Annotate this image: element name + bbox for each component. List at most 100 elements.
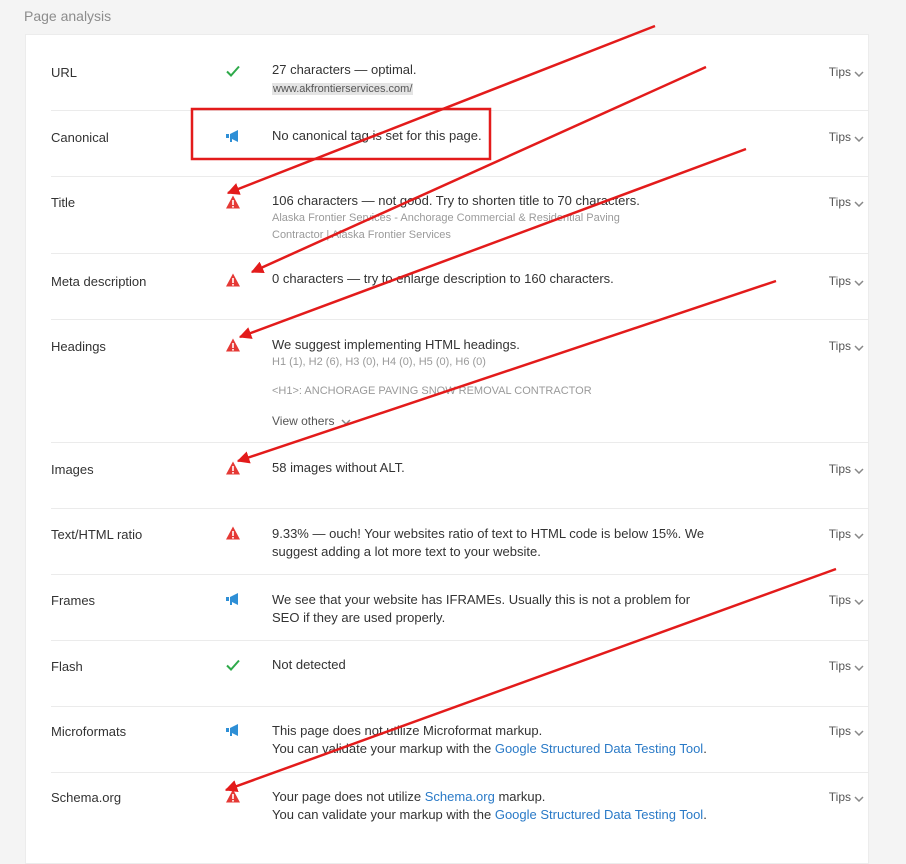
row-label: Meta description: [51, 274, 147, 289]
tips-label: Tips: [828, 593, 851, 607]
validate-text: You can validate your markup with the: [272, 741, 495, 756]
status-text-line-2: You can validate your markup with the Go…: [272, 740, 722, 758]
period: .: [703, 807, 707, 822]
tips-button[interactable]: Tips: [829, 593, 864, 608]
row-label: Title: [51, 195, 76, 210]
chevron-down-icon: [854, 340, 864, 354]
row-images: Images 58 images without ALT. Tips: [51, 442, 869, 509]
megaphone-icon: [225, 591, 241, 607]
row-label: Images: [51, 462, 94, 477]
tips-button[interactable]: Tips: [829, 659, 864, 674]
chevron-down-icon: [854, 196, 864, 210]
warning-icon: [225, 272, 241, 288]
chevron-down-icon: [854, 275, 864, 289]
status-text: Not detected: [272, 657, 346, 672]
tips-button[interactable]: Tips: [829, 195, 864, 210]
page-analysis-card: URL 27 characters — optimal. www.akfront…: [25, 34, 869, 864]
status-text: 58 images without ALT.: [272, 460, 405, 475]
tips-label: Tips: [828, 659, 851, 673]
status-text-line-2: SEO if they are used properly.: [272, 610, 446, 625]
row-canonical: Canonical No canonical tag is set for th…: [51, 110, 869, 177]
tips-button[interactable]: Tips: [829, 724, 864, 739]
row-label: URL: [51, 65, 78, 80]
chevron-down-icon: [854, 725, 864, 739]
status-text-line-1: We see that your website has IFRAMEs. Us…: [272, 592, 691, 607]
row-label: Text/HTML ratio: [51, 527, 143, 542]
tips-button[interactable]: Tips: [829, 274, 864, 289]
period: .: [703, 741, 707, 756]
tips-label: Tips: [828, 527, 851, 541]
schema-text-end: markup.: [494, 789, 546, 804]
validate-text: You can validate your markup with the: [272, 807, 495, 822]
tips-label: Tips: [828, 462, 851, 476]
status-text: We suggest implementing HTML headings.: [272, 337, 520, 352]
tips-label: Tips: [828, 130, 851, 144]
tips-button[interactable]: Tips: [829, 130, 864, 145]
tips-button[interactable]: Tips: [829, 527, 864, 542]
view-others-label: View others: [272, 414, 335, 428]
status-text: 106 characters — not good. Try to shorte…: [272, 193, 640, 208]
row-flash: Flash Not detected Tips: [51, 640, 869, 707]
row-label: Frames: [51, 593, 96, 608]
warning-icon: [225, 194, 241, 210]
page-url: www.akfrontierservices.com/: [272, 83, 414, 95]
status-text-line-1: 9.33% — ouch! Your websites ratio of tex…: [272, 526, 705, 541]
row-label: Canonical: [51, 130, 109, 145]
row-label: Schema.org: [51, 790, 122, 805]
tips-button[interactable]: Tips: [829, 462, 864, 477]
row-microformats: Microformats This page does not utilize …: [51, 706, 869, 773]
tips-label: Tips: [828, 724, 851, 738]
chevron-down-icon: [854, 528, 864, 542]
schema-text: Your page does not utilize: [272, 789, 425, 804]
tips-label: Tips: [828, 274, 851, 288]
status-text-line-1: This page does not utilize Microformat m…: [272, 723, 543, 738]
tips-label: Tips: [828, 65, 851, 79]
tips-label: Tips: [828, 339, 851, 353]
row-url: URL 27 characters — optimal. www.akfront…: [51, 35, 869, 111]
status-text-line-2: You can validate your markup with the Go…: [272, 806, 722, 824]
status-text: No canonical tag is set for this page.: [272, 128, 482, 143]
schema-org-link[interactable]: Schema.org: [425, 789, 495, 804]
tips-label: Tips: [828, 195, 851, 209]
tips-button[interactable]: Tips: [829, 65, 864, 80]
check-icon: [225, 657, 241, 673]
heading-counts: H1 (1), H2 (6), H3 (0), H4 (0), H5 (0), …: [272, 356, 486, 368]
row-frames: Frames We see that your website has IFRA…: [51, 574, 869, 641]
row-title: Title 106 characters — not good. Try to …: [51, 176, 869, 254]
check-icon: [225, 63, 241, 79]
structured-data-tool-link[interactable]: Google Structured Data Testing Tool: [495, 807, 703, 822]
warning-icon: [225, 460, 241, 476]
chevron-down-icon: [341, 412, 351, 430]
chevron-down-icon: [854, 660, 864, 674]
megaphone-icon: [225, 722, 241, 738]
megaphone-icon: [225, 128, 241, 144]
status-text-line-2: suggest adding a lot more text to your w…: [272, 544, 541, 559]
warning-icon: [225, 788, 241, 804]
row-meta-description: Meta description 0 characters — try to e…: [51, 253, 869, 320]
h1-value: <H1>: ANCHORAGE PAVING SNOW REMOVAL CONT…: [272, 385, 592, 397]
warning-icon: [225, 525, 241, 541]
tips-button[interactable]: Tips: [829, 790, 864, 805]
tips-button[interactable]: Tips: [829, 339, 864, 354]
chevron-down-icon: [854, 463, 864, 477]
status-text: 0 characters — try to enlarge descriptio…: [272, 271, 614, 286]
title-text-line-1: Alaska Frontier Services - Anchorage Com…: [272, 212, 620, 224]
row-text-html-ratio: Text/HTML ratio 9.33% — ouch! Your websi…: [51, 508, 869, 575]
view-others-button[interactable]: View others: [272, 412, 712, 430]
chevron-down-icon: [854, 66, 864, 80]
structured-data-tool-link[interactable]: Google Structured Data Testing Tool: [495, 741, 703, 756]
status-text-line-1: Your page does not utilize Schema.org ma…: [272, 788, 722, 806]
status-text: 27 characters — optimal.: [272, 62, 417, 77]
chevron-down-icon: [854, 594, 864, 608]
chevron-down-icon: [854, 131, 864, 145]
row-label: Microformats: [51, 724, 127, 739]
row-schema-org: Schema.org Your page does not utilize Sc…: [51, 772, 869, 838]
row-label: Headings: [51, 339, 106, 354]
section-title: Page analysis: [24, 8, 112, 24]
row-headings: Headings We suggest implementing HTML he…: [51, 319, 869, 443]
chevron-down-icon: [854, 791, 864, 805]
tips-label: Tips: [828, 790, 851, 804]
title-text-line-2: Contractor | Alaska Frontier Services: [272, 229, 451, 241]
row-label: Flash: [51, 659, 83, 674]
warning-icon: [225, 337, 241, 353]
